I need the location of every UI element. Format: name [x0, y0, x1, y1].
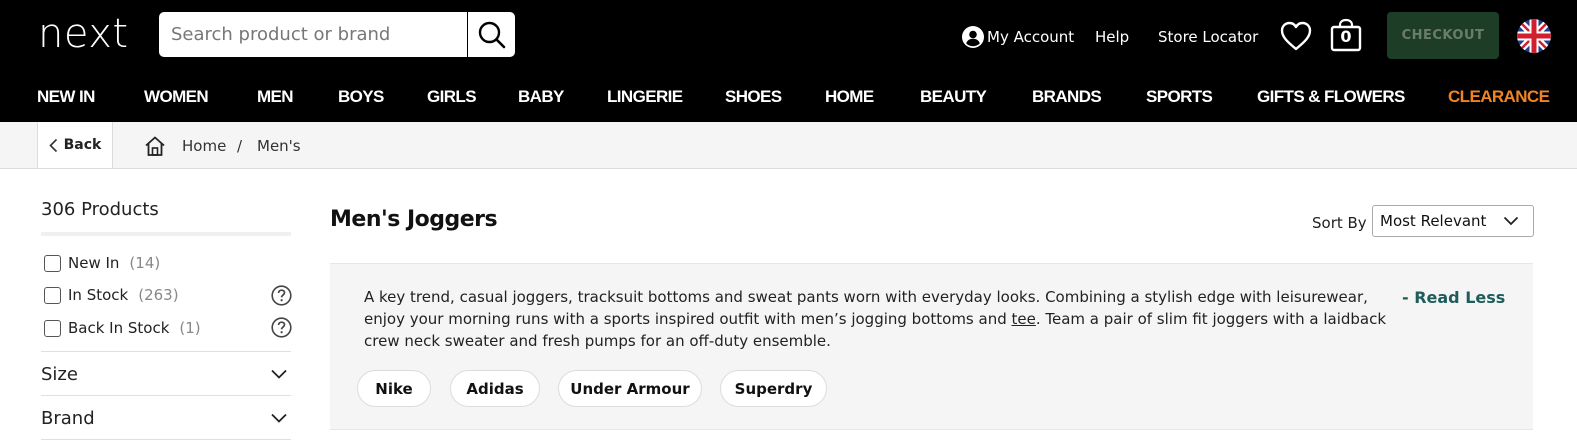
page-title: Men's Joggers [330, 207, 498, 232]
bag-count: 0 [1340, 27, 1352, 46]
category-description-panel: A key trend, casual joggers, tracksuit b… [330, 263, 1533, 430]
chevron-down-icon[interactable] [270, 412, 288, 424]
breadcrumb-current: Men's [257, 137, 301, 155]
chevron-down-icon[interactable] [270, 368, 288, 380]
breadcrumb-home[interactable]: Home [182, 137, 226, 155]
heart-icon[interactable] [1279, 20, 1313, 52]
checkout-button[interactable]: CHECKOUT [1387, 12, 1499, 59]
nav-home[interactable]: HOME [825, 87, 874, 107]
products-count: 306 Products [41, 199, 159, 220]
account-icon[interactable] [962, 26, 984, 48]
nav-shoes[interactable]: SHOES [725, 87, 782, 107]
nav-men[interactable]: MEN [257, 87, 294, 107]
checkbox[interactable] [44, 319, 61, 337]
home-icon[interactable] [144, 135, 166, 157]
next-logo[interactable]: next [38, 14, 129, 54]
search-input[interactable] [159, 12, 467, 57]
brand-chip-adidas[interactable]: Adidas [450, 370, 540, 407]
search-icon [478, 21, 505, 48]
store-locator-link[interactable]: Store Locator [1158, 28, 1258, 46]
checkbox[interactable] [44, 254, 61, 272]
nav-baby[interactable]: BABY [518, 87, 564, 107]
nav-clearance[interactable]: CLEARANCE [1448, 87, 1550, 107]
filter-count: (14) [129, 254, 161, 272]
site-header: next My Account Help Store Locator 0 CHE… [0, 0, 1577, 122]
category-description: A key trend, casual joggers, tracksuit b… [364, 286, 1394, 352]
nav-boys[interactable]: BOYS [338, 87, 384, 107]
search-button[interactable] [467, 12, 515, 57]
breadcrumb-separator: / [237, 137, 243, 155]
back-button[interactable]: Back [37, 122, 113, 168]
divider [41, 232, 291, 236]
checkbox[interactable] [44, 286, 61, 304]
nav-lingerie[interactable]: LINGERIE [607, 87, 683, 107]
filter-count: (1) [179, 319, 201, 337]
breadcrumb: Back Home / Men's [0, 122, 1577, 169]
sort-label: Sort By [1312, 214, 1367, 232]
brand-chip-under-armour[interactable]: Under Armour [558, 370, 702, 407]
nav-beauty[interactable]: BEAUTY [920, 87, 987, 107]
help-icon[interactable] [271, 285, 292, 306]
chevron-left-icon [48, 138, 57, 152]
help-icon[interactable] [271, 317, 292, 338]
divider [41, 439, 291, 440]
sort-value: Most Relevant [1380, 212, 1487, 230]
nav-women[interactable]: WOMEN [144, 87, 209, 107]
nav-sports[interactable]: SPORTS [1146, 87, 1213, 107]
nav-new-in[interactable]: NEW IN [37, 87, 95, 107]
back-label: Back [63, 137, 102, 153]
nav-girls[interactable]: GIRLS [427, 87, 477, 107]
filter-in-stock[interactable]: In Stock (263) [44, 286, 179, 304]
brand-chip-nike[interactable]: Nike [357, 370, 431, 407]
sort-select[interactable]: Most Relevant [1372, 205, 1534, 237]
filter-back-in-stock[interactable]: Back In Stock (1) [44, 319, 201, 337]
filter-label: New In [68, 254, 120, 272]
uk-flag-icon[interactable] [1517, 19, 1551, 53]
filter-count: (263) [138, 286, 179, 304]
nav-gifts-flowers[interactable]: GIFTS & FLOWERS [1257, 87, 1405, 107]
divider [41, 351, 291, 352]
facet-brand[interactable]: Brand [41, 408, 95, 429]
brand-chip-superdry[interactable]: Superdry [720, 370, 827, 407]
filter-label: In Stock [68, 286, 129, 304]
filter-new-in[interactable]: New In (14) [44, 254, 160, 272]
my-account-link[interactable]: My Account [987, 28, 1074, 46]
facet-size[interactable]: Size [41, 364, 78, 385]
nav-brands[interactable]: BRANDS [1032, 87, 1102, 107]
help-link[interactable]: Help [1095, 28, 1129, 46]
divider [41, 395, 291, 396]
chevron-down-icon [1503, 216, 1519, 226]
read-less-link[interactable]: - Read Less [1402, 288, 1505, 307]
tee-link[interactable]: tee [1012, 310, 1036, 328]
filter-label: Back In Stock [68, 319, 170, 337]
